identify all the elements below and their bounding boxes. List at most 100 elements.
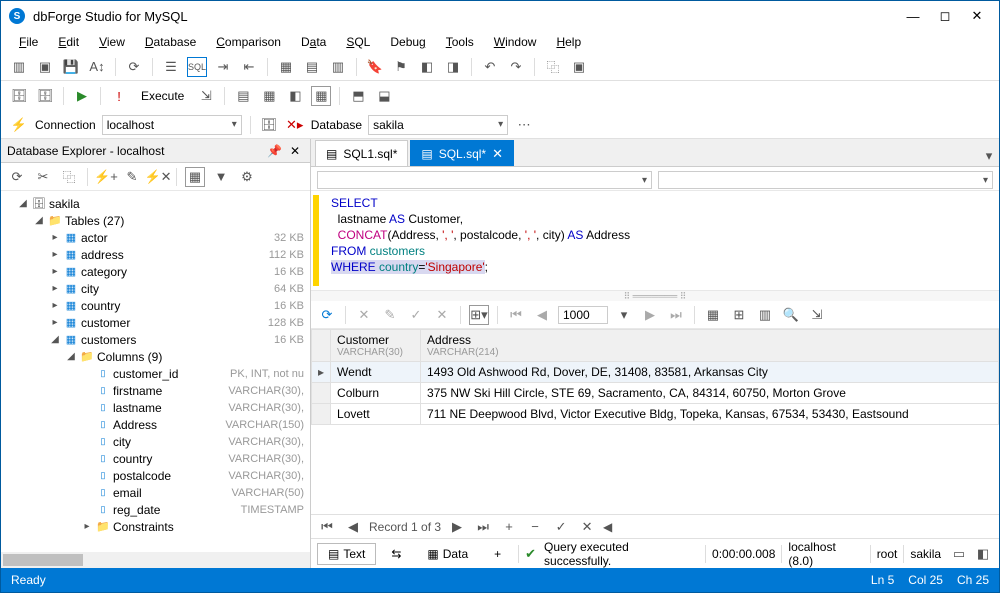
tree-col-customer_id[interactable]: ▯customer_idPK, INT, not nu [1,365,310,382]
object-combo[interactable] [317,171,652,189]
view-card-icon[interactable]: ⊞ [729,305,749,325]
save-icon[interactable]: 💾 [61,57,81,77]
pager-next-icon[interactable]: ▶ [640,305,660,325]
tree-col-firstname[interactable]: ▯firstnameVARCHAR(30), [1,382,310,399]
run-icon[interactable]: ▶ [72,86,92,106]
tree-col-country[interactable]: ▯countryVARCHAR(30), [1,450,310,467]
db-icon[interactable]: 🗄 [9,86,29,106]
tree-col-city[interactable]: ▯cityVARCHAR(30), [1,433,310,450]
schema-icon[interactable]: ▦ [311,86,331,106]
exp-filter-icon[interactable]: ▼ [211,167,231,187]
tab-sql1[interactable]: ▤SQL1.sql* [315,140,408,166]
layout2-icon[interactable]: ◧ [973,544,993,564]
menu-help[interactable]: Help [548,33,589,51]
refresh-icon[interactable]: ⟳ [124,57,144,77]
maximize-button[interactable]: ◻ [931,4,959,28]
minimize-button[interactable]: — [899,4,927,28]
exp-refresh-icon[interactable]: ⟳ [7,167,27,187]
view-search-icon[interactable]: 🔍 [781,305,801,325]
menu-view[interactable]: View [91,33,133,51]
exp-del-icon[interactable]: ⚡✕ [148,167,168,187]
menu-database[interactable]: Database [137,33,204,51]
more-icon[interactable]: ⋯ [514,115,534,135]
exp-edit-icon[interactable]: ✎ [122,167,142,187]
tree-col-reg_date[interactable]: ▯reg_dateTIMESTAMP [1,501,310,518]
db2-icon[interactable]: 🗄 [35,86,55,106]
new-icon[interactable]: ▥ [9,57,29,77]
bookmark-icon[interactable]: 🔖 [365,57,385,77]
comment-icon[interactable]: ◧ [417,57,437,77]
tab-text[interactable]: ▤Text [317,543,376,565]
db-x-icon[interactable]: ✕▸ [285,115,305,135]
tree-db[interactable]: ◢🗄sakila [1,195,310,212]
layout1-icon[interactable]: ▭ [949,544,969,564]
pager-input[interactable] [558,306,608,324]
menu-tools[interactable]: Tools [438,33,482,51]
copy-icon[interactable]: ⿻ [543,57,563,77]
nav-prev-icon[interactable]: ◀ [343,517,363,537]
tree-table-actor[interactable]: ▸▦actor32 KB [1,229,310,246]
stop-icon[interactable]: ! [109,86,129,106]
nav-x-icon[interactable]: ✕ [577,517,597,537]
open-icon[interactable]: ▣ [35,57,55,77]
pager-last-icon[interactable]: ⏭ [666,305,686,325]
tree-table-city[interactable]: ▸▦city64 KB [1,280,310,297]
nav-del-icon[interactable]: − [525,517,545,537]
import-icon[interactable]: ⬓ [374,86,394,106]
pager-prev-icon[interactable]: ◀ [532,305,552,325]
sql-icon[interactable]: SQL [187,57,207,77]
font-icon[interactable]: A↕ [87,57,107,77]
member-combo[interactable] [658,171,993,189]
export-icon[interactable]: ⬒ [348,86,368,106]
paste-icon[interactable]: ▣ [569,57,589,77]
indent-icon[interactable]: ⇥ [213,57,233,77]
explain-icon[interactable]: ▤ [233,86,253,106]
nav-next-icon[interactable]: ▶ [447,517,467,537]
menu-debug[interactable]: Debug [382,33,433,51]
conn-icon[interactable]: ⚡ [9,115,29,135]
view-grid-icon[interactable]: ▦ [703,305,723,325]
chart-icon[interactable]: ▤ [302,57,322,77]
database-combo[interactable]: sakila [368,115,508,135]
menu-file[interactable]: File [11,33,46,51]
explorer-hscroll[interactable] [1,552,310,568]
tree-col-lastname[interactable]: ▯lastnameVARCHAR(30), [1,399,310,416]
res-cancel-icon[interactable]: ✕ [354,305,374,325]
tab-swap[interactable]: ⇆ [380,543,412,565]
outdent-icon[interactable]: ⇤ [239,57,259,77]
res-mode-icon[interactable]: ⊞▾ [469,305,489,325]
res-edit-icon[interactable]: ✎ [380,305,400,325]
exp-new-conn-icon[interactable]: ⚡+ [96,167,116,187]
menu-window[interactable]: Window [486,33,545,51]
menu-sql[interactable]: SQL [338,33,378,51]
tree-constraints[interactable]: ▸📁Constraints [1,518,310,535]
tree-col-postalcode[interactable]: ▯postalcodeVARCHAR(30), [1,467,310,484]
execute-button[interactable]: Execute [135,87,190,105]
res-rollback-icon[interactable]: ✕ [432,305,452,325]
table-row[interactable]: ▸Wendt1493 Old Ashwood Rd, Dover, DE, 31… [312,362,999,383]
view-export-icon[interactable]: ⇲ [807,305,827,325]
uncomment-icon[interactable]: ◨ [443,57,463,77]
exp-opts-icon[interactable]: ⚙ [237,167,257,187]
tab-sql[interactable]: ▤SQL.sql*✕ [410,140,514,166]
tree-table-address[interactable]: ▸▦address112 KB [1,246,310,263]
view-pivot-icon[interactable]: ▥ [755,305,775,325]
step-icon[interactable]: ⇲ [196,86,216,106]
exp-cut-icon[interactable]: ✂ [33,167,53,187]
table-row[interactable]: Lovett711 NE Deepwood Blvd, Victor Execu… [312,404,999,425]
profile-icon[interactable]: ◧ [285,86,305,106]
close-button[interactable]: ✕ [963,4,991,28]
splitter[interactable]: ⠿ ═══════ ⠿ [311,291,999,301]
list-icon[interactable]: ☰ [161,57,181,77]
tree-table-customer[interactable]: ▸▦customer128 KB [1,314,310,331]
tab-data[interactable]: ▦Data [416,543,479,565]
tree-table-category[interactable]: ▸▦category16 KB [1,263,310,280]
menu-comparison[interactable]: Comparison [208,33,289,51]
sql-editor[interactable]: SELECT lastname AS Customer, CONCAT(Addr… [311,191,999,291]
res-refresh-icon[interactable]: ⟳ [317,305,337,325]
pin-icon[interactable]: 📌 [263,144,286,158]
connection-combo[interactable]: localhost [102,115,242,135]
table-row[interactable]: Colburn375 NW Ski Hill Circle, STE 69, S… [312,383,999,404]
nav-first-icon[interactable]: ⏮ [317,517,337,537]
grid-icon[interactable]: ▦ [276,57,296,77]
